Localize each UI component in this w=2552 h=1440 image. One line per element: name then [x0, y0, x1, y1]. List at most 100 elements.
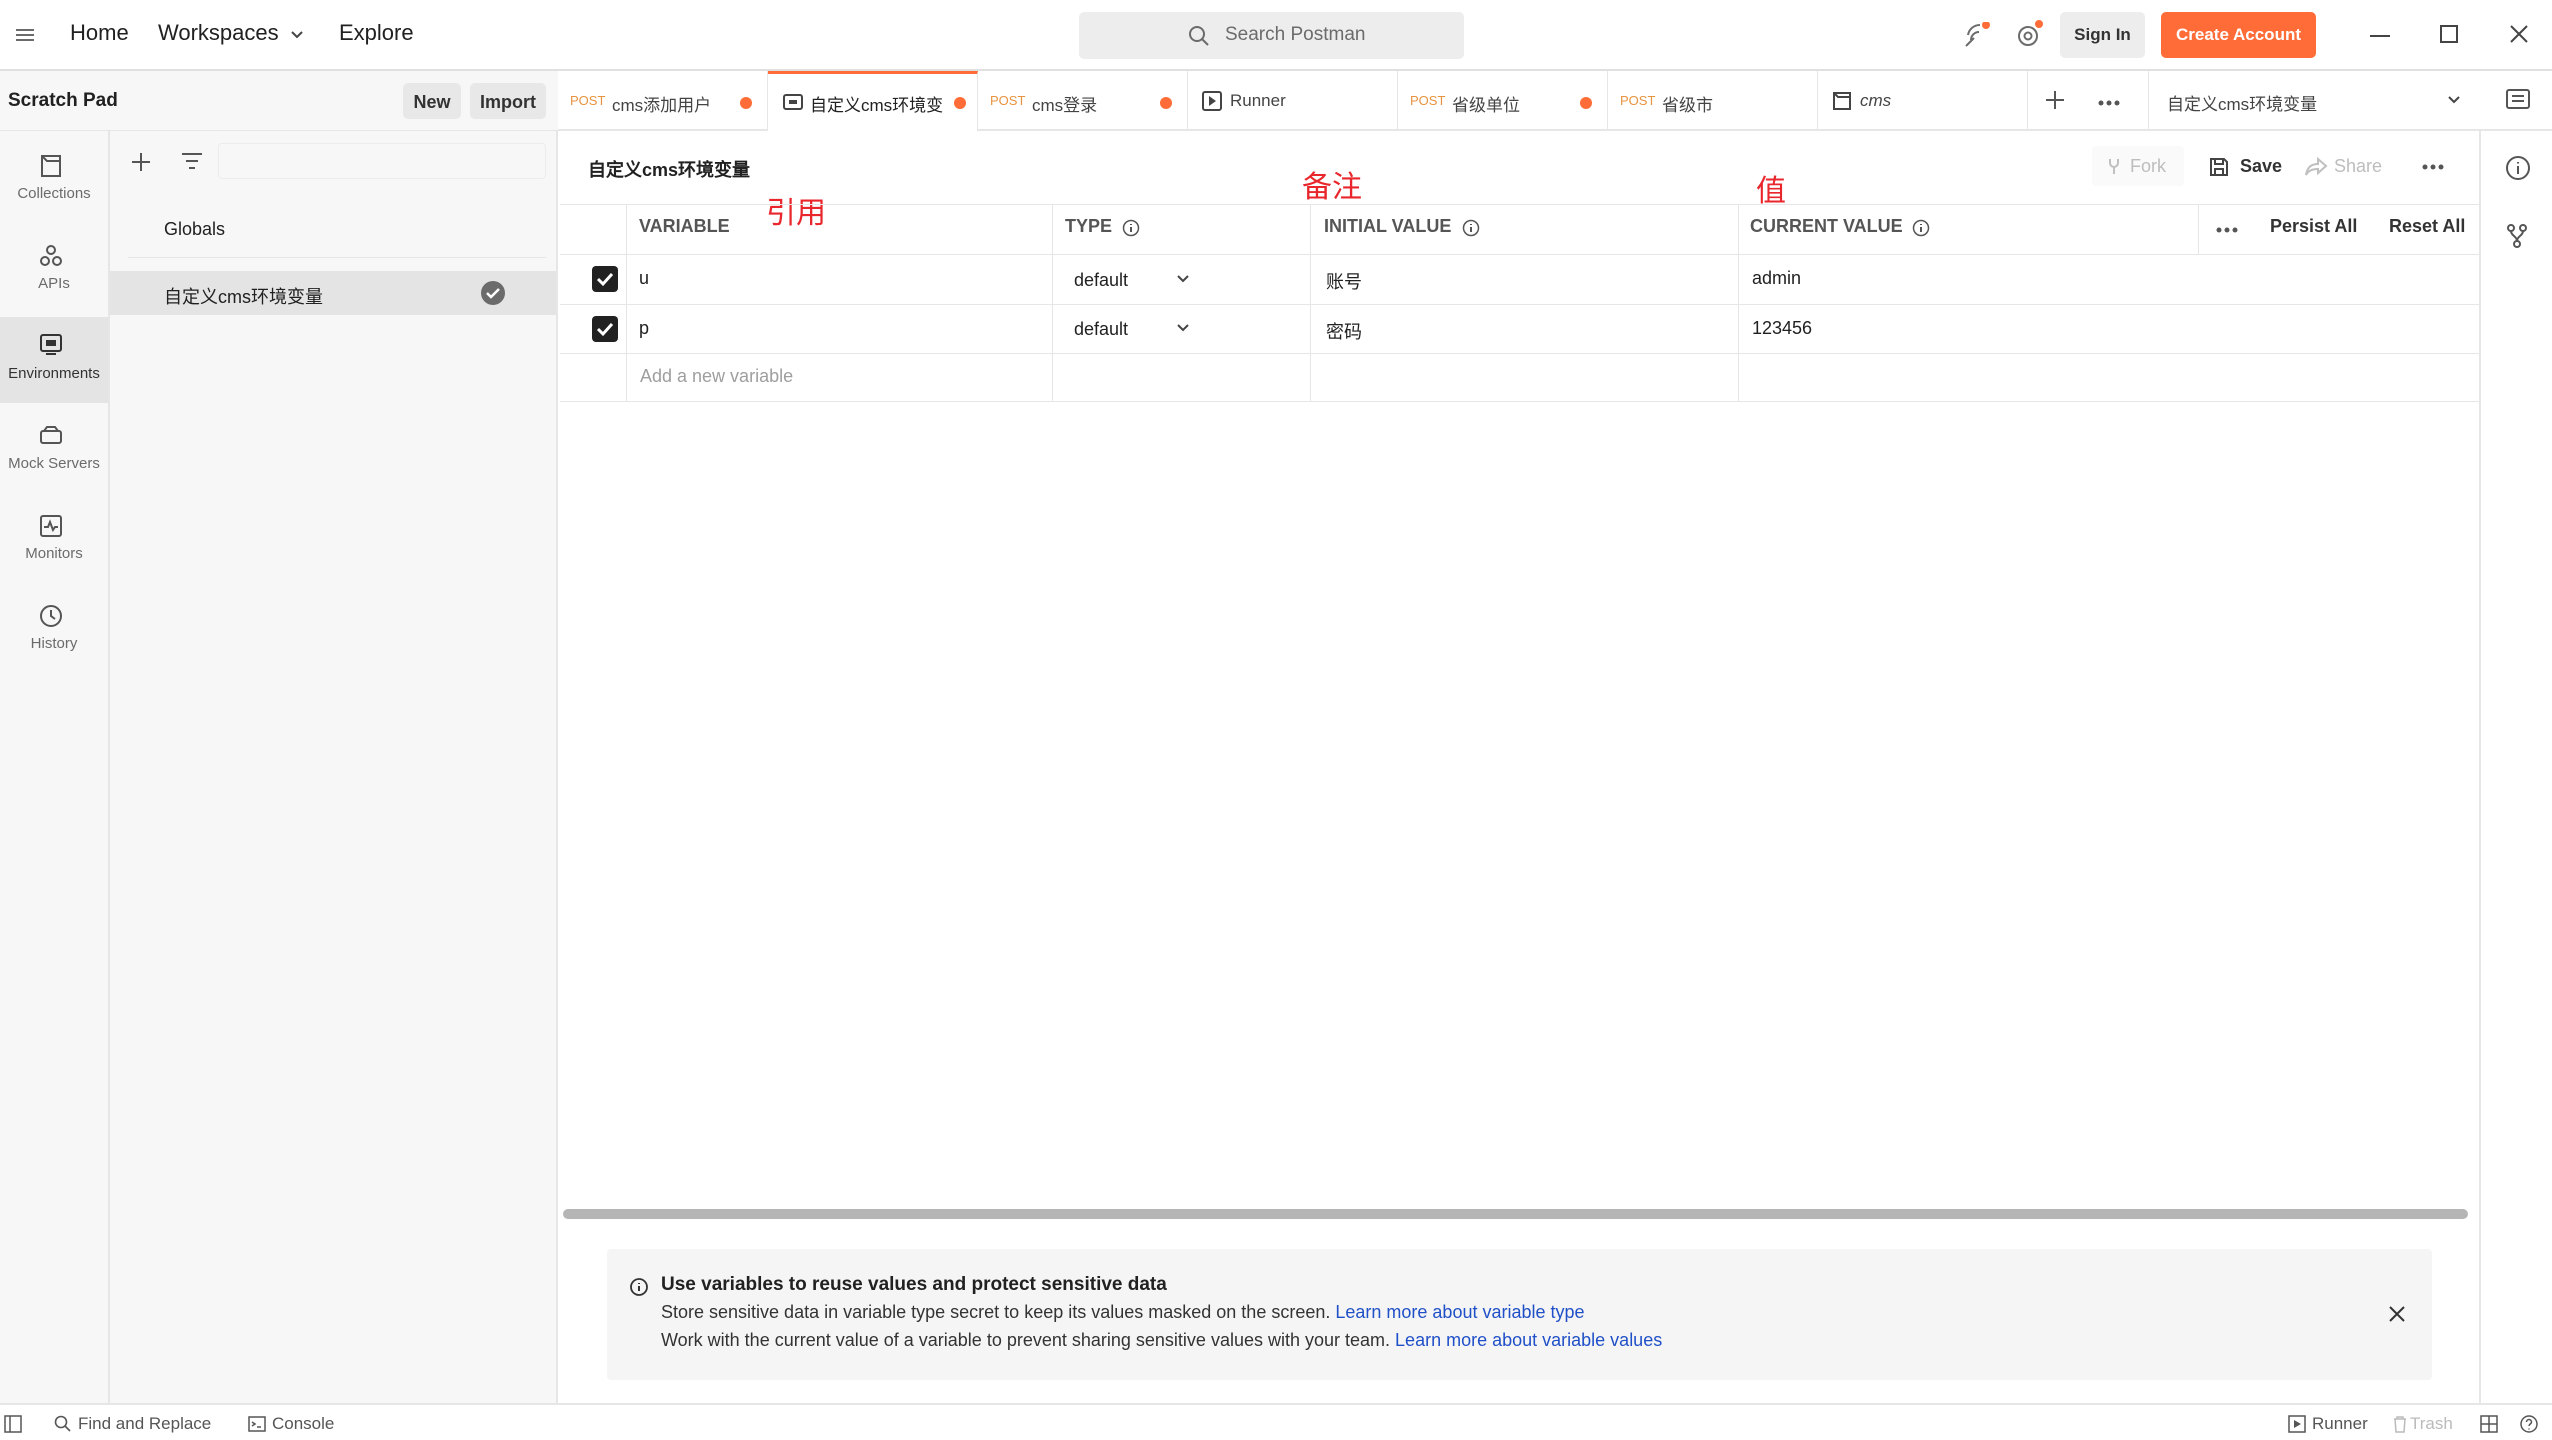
chevron-down-icon [2447, 95, 2461, 105]
info-icon[interactable] [1462, 219, 1480, 237]
new-button[interactable]: New [403, 83, 461, 119]
close-window-icon[interactable] [2509, 24, 2529, 44]
close-icon[interactable] [2388, 1305, 2406, 1323]
rail-item-environments[interactable]: Environments [0, 317, 108, 403]
env-item-label: Globals [164, 219, 226, 239]
filter-icon[interactable] [180, 151, 204, 171]
tab-title: 省级单位 [1452, 96, 1520, 115]
environment-selector-label: 自定义cms环境变量 [2167, 95, 2318, 114]
current-value-cell[interactable]: 123456 [1752, 318, 1812, 339]
info-icon[interactable] [1122, 219, 1140, 237]
variable-cell[interactable]: u [639, 268, 649, 289]
variable-values-link[interactable]: Learn more about variable values [1395, 1330, 1662, 1350]
current-value-cell[interactable]: admin [1752, 268, 1801, 289]
sign-in-button[interactable]: Sign In [2060, 12, 2145, 58]
notice-line-1-text: Store sensitive data in variable type se… [661, 1302, 1331, 1322]
share-button[interactable]: Share [2300, 146, 2400, 186]
unsaved-dot [1160, 97, 1172, 109]
chevron-down-icon[interactable] [290, 30, 304, 40]
notice-line-2-text: Work with the current value of a variabl… [661, 1330, 1391, 1350]
menu-icon[interactable] [14, 26, 36, 44]
notice-line-1: Store sensitive data in variable type se… [661, 1302, 1585, 1323]
column-options-icon[interactable] [2216, 226, 2238, 234]
chevron-down-icon[interactable] [1176, 323, 1190, 333]
tab-runner[interactable]: Runner [1188, 71, 1398, 131]
variable-cell[interactable]: p [639, 318, 649, 339]
sync-icon[interactable] [1962, 22, 1992, 50]
rail-item-apis[interactable]: APIs [0, 231, 108, 317]
save-label: Save [2240, 156, 2283, 176]
import-button[interactable]: Import [470, 83, 546, 119]
initial-value-cell[interactable]: 密码 [1326, 318, 1362, 344]
maximize-icon[interactable] [2440, 25, 2458, 43]
rail-label: Collections [17, 185, 91, 202]
two-pane-icon[interactable] [2480, 1415, 2498, 1433]
variable-type-link[interactable]: Learn more about variable type [1335, 1302, 1584, 1322]
home-link[interactable]: Home [70, 20, 129, 46]
environment-title: 自定义cms环境变量 [588, 160, 751, 180]
row-checkbox[interactable] [592, 316, 618, 342]
rail-item-mock-servers[interactable]: Mock Servers [0, 411, 108, 497]
add-environment-icon[interactable] [130, 151, 152, 173]
save-button[interactable]: Save [2204, 146, 2288, 186]
unsaved-dot [740, 97, 752, 109]
table-header-border [560, 254, 2479, 255]
more-tabs-icon[interactable] [2098, 99, 2120, 107]
env-item-globals[interactable]: Globals [110, 201, 556, 257]
explore-link[interactable]: Explore [339, 20, 414, 46]
environment-selector[interactable]: 自定义cms环境变量 [2148, 71, 2478, 131]
info-notice: Use variables to reuse values and protec… [607, 1249, 2432, 1380]
type-select[interactable]: default [1074, 270, 1128, 291]
rail-item-history[interactable]: History [0, 591, 108, 677]
tab-cms[interactable]: cms [1818, 71, 2028, 131]
rail-label: APIs [38, 275, 70, 292]
tab-method: POST [1620, 93, 1656, 108]
info-icon[interactable] [2505, 155, 2531, 181]
left-rail: Collections APIs Environments Mock Serve… [0, 131, 110, 1403]
fork-button[interactable]: Fork [2092, 146, 2184, 186]
rail-label: Monitors [25, 545, 83, 562]
info-icon [629, 1277, 649, 1297]
tab-province-city[interactable]: POST 省级市 [1608, 71, 1818, 131]
rail-item-collections[interactable]: Collections [0, 141, 108, 227]
horizontal-scrollbar[interactable] [563, 1209, 2468, 1219]
minimize-icon[interactable] [2370, 34, 2390, 38]
runner-label: Runner [2312, 1414, 2368, 1433]
tab-cms-add-user[interactable]: POST cms添加用户 [558, 71, 768, 131]
tab-title: cms登录 [1032, 96, 1098, 115]
toggle-sidebar-icon[interactable] [4, 1415, 22, 1433]
rail-item-monitors[interactable]: Monitors [0, 501, 108, 587]
environment-list: Globals 自定义cms环境变量 [110, 131, 558, 1403]
active-check-icon[interactable] [480, 280, 506, 306]
persist-all-button[interactable]: Persist All [2270, 216, 2357, 237]
tab-province-unit[interactable]: POST 省级单位 [1398, 71, 1608, 131]
info-icon[interactable] [1912, 219, 1930, 237]
help-icon[interactable] [2520, 1415, 2538, 1433]
column-header-type: TYPE [1065, 216, 1113, 236]
more-options-icon[interactable] [2422, 163, 2444, 171]
sign-in-label: Sign In [2074, 25, 2131, 44]
type-select[interactable]: default [1074, 319, 1128, 340]
add-variable-input[interactable]: Add a new variable [640, 366, 793, 387]
tab-environment-active[interactable]: 自定义cms环境变 [768, 71, 978, 131]
unsaved-dot [954, 97, 966, 109]
row-checkbox[interactable] [592, 266, 618, 292]
tab-cms-login[interactable]: POST cms登录 [978, 71, 1188, 131]
notice-line-2: Work with the current value of a variabl… [661, 1330, 1662, 1351]
environment-search-input[interactable] [218, 143, 546, 179]
environment-quick-look-icon[interactable] [2505, 87, 2531, 113]
fork-icon [2106, 157, 2122, 175]
initial-value-cell[interactable]: 账号 [1326, 268, 1362, 294]
trash-icon [2392, 1415, 2408, 1433]
search-bar[interactable]: Search Postman [1079, 12, 1464, 59]
new-tab-icon[interactable] [2044, 89, 2066, 111]
search-icon [54, 1415, 72, 1433]
create-account-button[interactable]: Create Account [2161, 12, 2316, 58]
reset-all-button[interactable]: Reset All [2389, 216, 2465, 237]
chevron-down-icon[interactable] [1176, 274, 1190, 284]
env-item-active[interactable]: 自定义cms环境变量 [110, 271, 556, 315]
settings-icon[interactable] [2014, 20, 2044, 50]
workspaces-menu[interactable]: Workspaces [158, 20, 279, 46]
share-label: Share [2334, 156, 2383, 176]
fork-icon[interactable] [2505, 223, 2529, 249]
